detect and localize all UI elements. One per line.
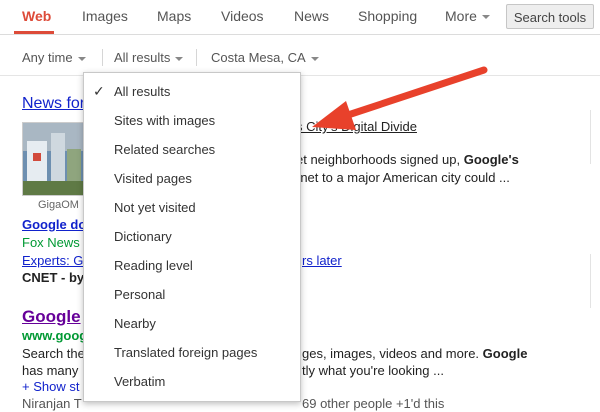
top-nav: Web Images Maps Videos News Shopping Mor… [0,0,600,35]
news-sub-source-2-text: CNET - by [22,270,85,285]
menu-item-all-results[interactable]: ✓ All results [84,77,300,106]
menu-item-translated-foreign-pages[interactable]: Translated foreign pages [84,338,300,367]
right-column-divider [590,254,591,308]
news-sub-link-1[interactable]: Google do [22,217,86,232]
time-filter-dropdown[interactable]: Any time [22,50,86,65]
menu-item-reading-level[interactable]: Reading level [84,251,300,280]
search-tools-button[interactable]: Search tools [506,4,594,29]
menu-item-personal[interactable]: Personal [84,280,300,309]
tab-videos[interactable]: Videos [221,8,264,24]
tab-maps[interactable]: Maps [157,8,191,24]
search-tools-bar: Any time All results Costa Mesa, CA [0,35,600,76]
results-filter-dropdown[interactable]: All results [114,50,184,65]
tab-news[interactable]: News [294,8,329,24]
tab-shopping[interactable]: Shopping [358,8,417,24]
show-more-link[interactable]: + Show st [22,379,79,394]
tools-divider [102,49,103,66]
chevron-down-icon [175,56,184,61]
tab-more[interactable]: More [445,8,490,24]
result-url: www.goog [22,328,88,343]
result-snippet-head-1: Search the [22,346,85,361]
news-sub-link-2-tail[interactable]: rs later [302,253,342,268]
result-snippet-bold: Google [482,346,528,361]
tab-images[interactable]: Images [82,8,128,24]
result-snippet-tail-1: ges, images, videos and more. Google [302,346,527,361]
chevron-down-icon [481,15,490,20]
news-sub-source-2: CNET - by [22,270,84,285]
time-filter-label: Any time [22,50,73,65]
results-filter-menu: ✓ All results Sites with images Related … [83,72,301,402]
tab-more-label: More [445,8,477,24]
active-tab-indicator [14,31,54,34]
tab-web[interactable]: Web [22,8,51,24]
menu-item-nearby[interactable]: Nearby [84,309,300,338]
news-sub-source-1: Fox News [22,235,80,250]
location-dropdown[interactable]: Costa Mesa, CA [211,50,319,65]
result-snippet-text-1: ges, images, videos and more. [302,346,480,361]
menu-item-label: All results [114,84,171,99]
menu-item-visited-pages[interactable]: Visited pages [84,164,300,193]
chevron-down-icon [77,56,86,61]
menu-item-verbatim[interactable]: Verbatim [84,367,300,396]
menu-item-not-yet-visited[interactable]: Not yet visited [84,193,300,222]
right-column-divider [590,110,591,164]
results-filter-label: All results [114,50,171,65]
news-snippet-bold: Google's [463,152,519,167]
author-line-head: Niranjan T [22,396,82,411]
menu-item-dictionary[interactable]: Dictionary [84,222,300,251]
result-title-link[interactable]: Google [22,307,81,327]
menu-item-sites-with-images[interactable]: Sites with images [84,106,300,135]
news-heading-link[interactable]: News for [22,95,85,113]
checkmark-icon: ✓ [93,83,105,99]
news-snippet-line2: rnet to a major American city could ... [296,170,510,185]
news-headline-link[interactable]: s City's Digital Divide [296,119,417,134]
news-sub-link-2[interactable]: Experts: G [22,253,83,268]
author-line-tail: 69 other people +1'd this [302,396,445,411]
news-thumbnail[interactable] [22,122,84,196]
news-snippet-text: et neighborhoods signed up, [296,152,461,167]
menu-item-related-searches[interactable]: Related searches [84,135,300,164]
result-snippet-head-2: has many [22,363,79,378]
result-snippet-tail-2: tly what you're looking ... [302,363,444,378]
news-snippet-line1: et neighborhoods signed up, Google's [296,152,519,167]
chevron-down-icon [310,56,319,61]
tools-divider [196,49,197,66]
thumbnail-caption: GigaOM [38,199,79,211]
location-label: Costa Mesa, CA [211,50,306,65]
